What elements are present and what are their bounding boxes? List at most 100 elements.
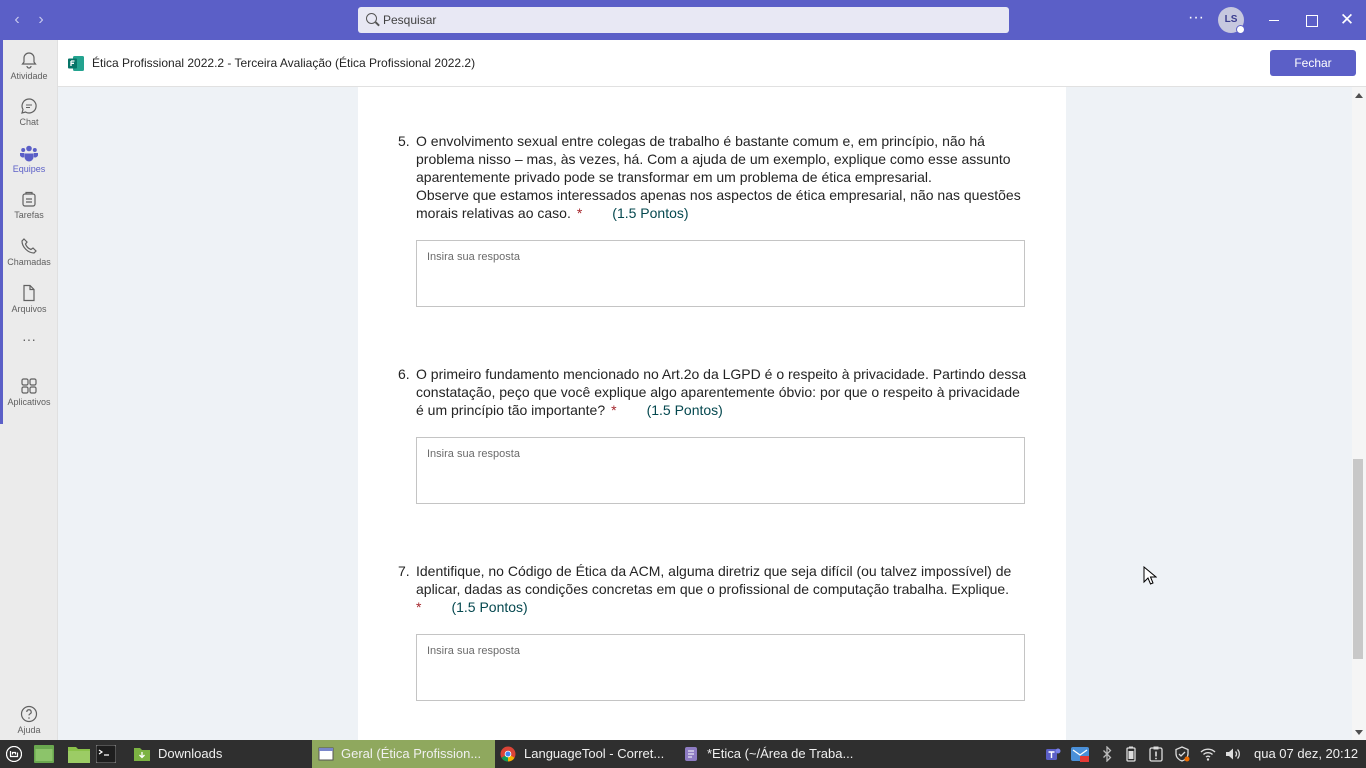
rail-item-tasks[interactable]: Tarefas <box>0 185 58 231</box>
question-body: Identifique, no Código de Ética da ACM, … <box>416 563 1012 597</box>
clock[interactable]: qua 07 dez, 20:12 <box>1254 740 1358 768</box>
rail-label-help: Ajuda <box>17 725 41 735</box>
more-options-icon[interactable]: ··· <box>1188 9 1204 27</box>
taskbar-label: *Etica (~/Área de Traba... <box>707 746 854 761</box>
question-number: 7. <box>398 563 410 579</box>
update-warning-icon[interactable] <box>1148 746 1164 762</box>
close-window-button[interactable]: ✕ <box>1337 10 1357 30</box>
teams-tray-icon[interactable] <box>1045 746 1061 762</box>
form-card: 5. O envolvimento sexual entre colegas d… <box>358 87 1066 740</box>
bell-icon <box>21 52 37 69</box>
taskbar: Downloads Geral (Ética Profission... Lan… <box>0 740 1366 768</box>
avatar-initials: LS <box>1224 14 1238 25</box>
wifi-icon[interactable] <box>1200 746 1216 762</box>
taskbar-label: Downloads <box>158 746 223 761</box>
scroll-up-arrow-icon[interactable] <box>1355 93 1363 98</box>
scroll-thumb[interactable] <box>1353 459 1363 659</box>
rail-item-chat[interactable]: Chat <box>0 92 58 138</box>
question-6: 6. O primeiro fundamento mencionado no A… <box>398 365 1028 425</box>
search-box[interactable]: Pesquisar <box>358 7 1009 33</box>
question-body-note: Observe que estamos interessados apenas … <box>416 187 1021 221</box>
answer-input-7[interactable] <box>417 635 1024 700</box>
question-points: (1.5 Pontos) <box>646 402 723 418</box>
apps-icon <box>21 378 37 394</box>
file-icon <box>23 284 35 302</box>
vertical-scrollbar[interactable] <box>1352 87 1366 740</box>
answer-input-6[interactable] <box>417 438 1024 503</box>
taskbar-label: Geral (Ética Profission... <box>341 746 482 761</box>
rail-item-activity[interactable]: Atividade <box>0 46 58 92</box>
mint-menu-icon[interactable] <box>6 746 22 762</box>
content-area: 5. O envolvimento sexual entre colegas d… <box>58 87 1352 740</box>
question-7: 7. Identifique, no Código de Ética da AC… <box>398 562 1028 622</box>
search-placeholder: Pesquisar <box>383 13 437 27</box>
terminal-icon[interactable] <box>96 745 116 763</box>
mail-tray-icon[interactable] <box>1071 746 1089 762</box>
text-editor-icon <box>685 747 697 761</box>
required-asterisk: * <box>611 402 617 418</box>
required-asterisk: * <box>576 205 583 221</box>
left-rail: Atividade Chat Equipes Tarefas Chamadas … <box>0 40 58 740</box>
rail-item-apps[interactable]: Aplicativos <box>0 372 58 418</box>
taskbar-item-etica[interactable]: *Etica (~/Área de Traba... <box>681 740 861 768</box>
rail-item-calls[interactable]: Chamadas <box>0 232 58 278</box>
forward-arrow-icon[interactable]: › <box>31 10 51 30</box>
close-button[interactable]: Fechar <box>1270 50 1356 76</box>
question-text: O primeiro fundamento mencionado no Art.… <box>416 365 1028 419</box>
rail-label-calls: Chamadas <box>7 257 51 267</box>
teams-icon <box>20 145 38 162</box>
rail-label-tasks: Tarefas <box>14 210 44 220</box>
rail-item-files[interactable]: Arquivos <box>0 279 58 325</box>
taskbar-item-downloads[interactable]: Downloads <box>128 740 308 768</box>
question-5: 5. O envolvimento sexual entre colegas d… <box>398 132 1028 222</box>
question-body: O envolvimento sexual entre colegas de t… <box>416 133 1011 185</box>
rail-label-apps: Aplicativos <box>7 397 51 407</box>
rail-label-files: Arquivos <box>11 304 47 314</box>
header-bar: Ética Profissional 2022.2 - Terceira Ava… <box>58 40 1366 87</box>
question-points: (1.5 Pontos) <box>451 599 528 615</box>
title-bar: ‹ › Pesquisar ··· LS ✕ <box>0 0 1366 40</box>
bluetooth-icon[interactable] <box>1099 746 1115 762</box>
question-points: (1.5 Pontos) <box>612 205 689 221</box>
search-icon <box>366 13 377 24</box>
tasks-icon <box>22 191 36 207</box>
rail-label-chat: Chat <box>19 117 39 127</box>
presence-status-icon <box>1236 25 1245 34</box>
folder-icon[interactable] <box>68 745 90 763</box>
answer-field-5[interactable] <box>416 240 1025 307</box>
more-icon: ··· <box>22 331 36 347</box>
taskbar-label: LanguageTool - Corret... <box>524 746 665 761</box>
page-title: Ética Profissional 2022.2 - Terceira Ava… <box>92 56 476 70</box>
rail-label-teams: Equipes <box>12 164 46 174</box>
volume-icon[interactable] <box>1225 746 1241 762</box>
maximize-button[interactable] <box>1301 10 1321 30</box>
window-icon <box>318 747 334 761</box>
taskbar-item-teams[interactable]: Geral (Ética Profission... <box>312 740 495 768</box>
question-text: O envolvimento sexual entre colegas de t… <box>416 132 1028 222</box>
chrome-icon <box>500 746 516 762</box>
answer-field-7[interactable] <box>416 634 1025 701</box>
answer-field-6[interactable] <box>416 437 1025 504</box>
battery-icon[interactable] <box>1123 746 1139 762</box>
chat-icon <box>21 98 37 114</box>
answer-input-5[interactable] <box>417 241 1024 306</box>
rail-more-button[interactable]: ··· <box>0 330 58 354</box>
forms-app-icon <box>68 56 84 71</box>
minimize-button[interactable] <box>1264 10 1284 30</box>
phone-icon <box>21 238 37 254</box>
question-number: 5. <box>398 133 410 149</box>
shield-icon[interactable] <box>1174 746 1190 762</box>
question-text: Identifique, no Código de Ética da ACM, … <box>416 562 1028 616</box>
taskbar-item-languagetool[interactable]: LanguageTool - Corret... <box>497 740 677 768</box>
show-desktop-icon[interactable] <box>34 745 54 763</box>
question-number: 6. <box>398 366 410 382</box>
back-arrow-icon[interactable]: ‹ <box>7 10 27 30</box>
avatar[interactable]: LS <box>1218 7 1245 34</box>
mouse-cursor-icon <box>1143 566 1157 585</box>
download-folder-icon <box>134 748 150 761</box>
help-icon <box>20 705 38 723</box>
scroll-down-arrow-icon[interactable] <box>1355 730 1363 735</box>
rail-item-teams[interactable]: Equipes <box>0 139 58 185</box>
rail-label-activity: Atividade <box>10 71 48 81</box>
required-asterisk: * <box>416 599 422 615</box>
